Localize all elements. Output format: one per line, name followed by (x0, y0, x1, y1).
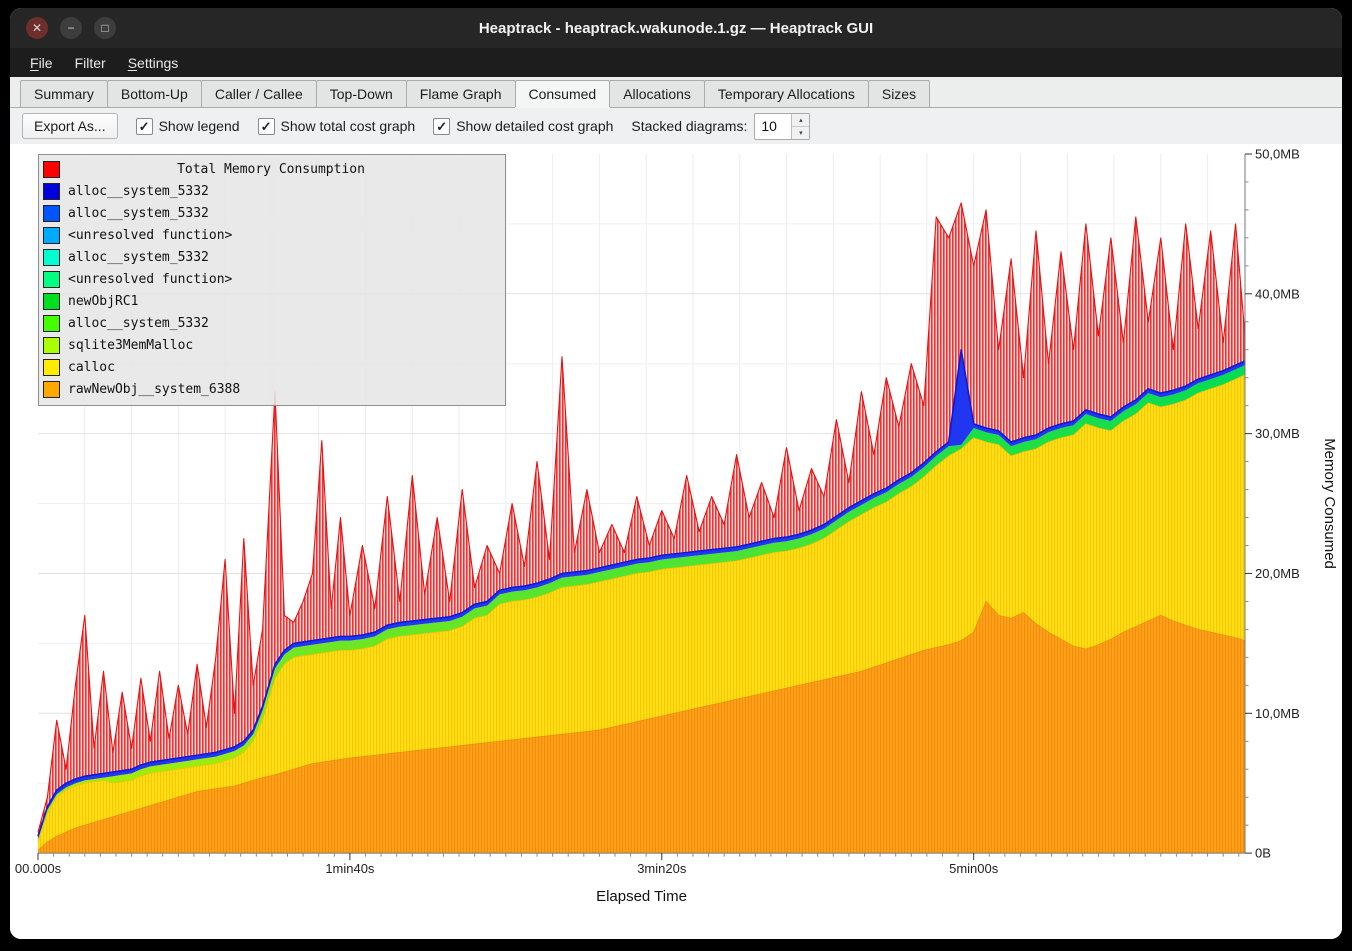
stacked-diagrams-group: Stacked diagrams: 10 ▴ ▾ (631, 113, 810, 140)
menu-file[interactable]: File (20, 52, 63, 74)
window-controls: ✕−□ (26, 8, 116, 48)
stacked-diagrams-value[interactable]: 10 (755, 114, 791, 139)
spin-up-button[interactable]: ▴ (792, 114, 809, 127)
y-tick-label: 0B (1255, 846, 1271, 861)
legend-label: newObjRC1 (68, 294, 138, 309)
checkbox-label: Show total cost graph (281, 118, 416, 134)
title-bar: ✕−□ Heaptrack - heaptrack.wakunode.1.gz … (10, 8, 1342, 48)
y-tick-label: 10,0MB (1255, 706, 1300, 721)
y-tick-label: 50,0MB (1255, 146, 1300, 161)
legend-item: alloc__system_5332 (43, 312, 499, 334)
legend-item: sqlite3MemMalloc (43, 334, 499, 356)
legend-item: calloc (43, 356, 499, 378)
legend-label: alloc__system_5332 (68, 206, 209, 221)
x-tick-label: 00.000s (15, 861, 62, 876)
stacked-diagrams-label: Stacked diagrams: (631, 118, 747, 134)
legend-label: <unresolved function> (68, 272, 232, 287)
app-window: ✕−□ Heaptrack - heaptrack.wakunode.1.gz … (10, 8, 1342, 939)
x-tick-label: 1min40s (325, 861, 375, 876)
tab-caller-callee[interactable]: Caller / Callee (201, 80, 317, 107)
checkbox-box: ✓ (136, 118, 153, 135)
checkbox-label: Show legend (159, 118, 240, 134)
screenshot-root: { "window": { "title": "Heaptrack - heap… (0, 0, 1352, 951)
window-title: Heaptrack - heaptrack.wakunode.1.gz — He… (479, 20, 873, 37)
tab-top-down[interactable]: Top-Down (316, 80, 407, 107)
legend-label: alloc__system_5332 (68, 184, 209, 199)
stacked-diagrams-spinbox[interactable]: 10 ▴ ▾ (754, 113, 810, 140)
minimize-button[interactable]: − (60, 17, 82, 39)
checkbox-label: Show detailed cost graph (456, 118, 613, 134)
menu-bar: FileFilterSettings (10, 48, 1342, 77)
legend-item: rawNewObj__system_6388 (43, 378, 499, 400)
tab-temporary-allocations[interactable]: Temporary Allocations (704, 80, 869, 107)
y-axis-title: Memory Consumed (1321, 438, 1338, 569)
legend-item: alloc__system_5332 (43, 246, 499, 268)
spin-down-button[interactable]: ▾ (792, 127, 809, 139)
legend-swatch (43, 249, 60, 266)
legend-title: Total Memory Consumption (68, 162, 499, 177)
spinner-buttons: ▴ ▾ (791, 114, 809, 139)
maximize-button[interactable]: □ (94, 17, 116, 39)
legend-swatch (43, 293, 60, 310)
close-button[interactable]: ✕ (26, 17, 48, 39)
checkbox-show-detailed-cost-graph[interactable]: ✓ Show detailed cost graph (433, 118, 613, 135)
legend-label: rawNewObj__system_6388 (68, 382, 240, 397)
y-tick-label: 20,0MB (1255, 566, 1300, 581)
tab-sizes[interactable]: Sizes (868, 80, 930, 107)
tab-consumed[interactable]: Consumed (515, 80, 611, 107)
y-tick-label: 40,0MB (1255, 286, 1300, 301)
legend-label: sqlite3MemMalloc (68, 338, 193, 353)
chart-legend: Total Memory Consumption alloc__system_53… (38, 154, 506, 406)
legend-swatch (43, 227, 60, 244)
tab-summary[interactable]: Summary (20, 80, 108, 107)
export-as-button[interactable]: Export As... (22, 113, 118, 139)
checkbox-show-legend[interactable]: ✓ Show legend (136, 118, 240, 135)
legend-swatch (43, 205, 60, 222)
legend-swatch (43, 315, 60, 332)
legend-item: newObjRC1 (43, 290, 499, 312)
toolbar: Export As... ✓ Show legend ✓ Show total cos… (10, 108, 1342, 144)
legend-swatch (43, 183, 60, 200)
x-axis-title: Elapsed Time (596, 888, 687, 905)
tab-flame-graph[interactable]: Flame Graph (406, 80, 516, 107)
legend-item: alloc__system_5332 (43, 202, 499, 224)
legend-label: <unresolved function> (68, 228, 232, 243)
x-tick-label: 5min00s (949, 861, 999, 876)
chart-area: 00.000s 1min40s 3min20s 5min00s 0B 10,0MB 20,0… (10, 144, 1342, 939)
legend-swatch (43, 359, 60, 376)
menu-settings[interactable]: Settings (118, 52, 189, 74)
legend-label: alloc__system_5332 (68, 250, 209, 265)
legend-item: alloc__system_5332 (43, 180, 499, 202)
toolbar-checkboxes: ✓ Show legend ✓ Show total cost graph ✓ Show … (136, 118, 614, 135)
checkbox-box: ✓ (433, 118, 450, 135)
legend-swatch (43, 337, 60, 354)
legend-swatch (43, 161, 60, 178)
y-tick-label: 30,0MB (1255, 426, 1300, 441)
legend-swatch (43, 271, 60, 288)
checkbox-box: ✓ (258, 118, 275, 135)
legend-label: alloc__system_5332 (68, 316, 209, 331)
tab-bottom-up[interactable]: Bottom-Up (107, 80, 202, 107)
menu-filter[interactable]: Filter (65, 52, 116, 74)
tab-allocations[interactable]: Allocations (609, 80, 705, 107)
legend-swatch (43, 381, 60, 398)
x-tick-label: 3min20s (637, 861, 687, 876)
legend-label: calloc (68, 360, 115, 375)
legend-item: <unresolved function> (43, 268, 499, 290)
legend-title-row: Total Memory Consumption (43, 158, 499, 180)
tab-bar: SummaryBottom-UpCaller / CalleeTop-DownF… (10, 77, 1342, 108)
checkbox-show-total-cost-graph[interactable]: ✓ Show total cost graph (258, 118, 416, 135)
legend-item: <unresolved function> (43, 224, 499, 246)
